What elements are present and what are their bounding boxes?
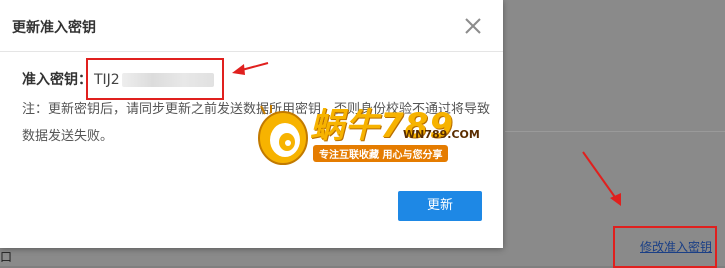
access-key-label: 准入密钥： <box>22 72 92 88</box>
update-warning-note: 注：更新密钥后，请同步更新之前发送数据所用密钥，否则身份校验不通过将导致数据发送… <box>22 102 491 144</box>
background-partial-text: 口 <box>0 250 13 264</box>
link-highlight-box <box>613 226 717 268</box>
update-key-dialog: 更新准入密钥 准入密钥： TIJ2 注：更新密钥后，请同步更新之前发送数据所用密钥… <box>0 0 503 248</box>
update-button[interactable]: 更新 <box>398 191 482 221</box>
dialog-title: 更新准入密钥 <box>12 20 96 36</box>
close-icon[interactable] <box>459 12 487 40</box>
background-divider <box>505 131 725 132</box>
key-highlight-box <box>86 58 224 100</box>
dialog-header: 更新准入密钥 <box>0 0 503 52</box>
